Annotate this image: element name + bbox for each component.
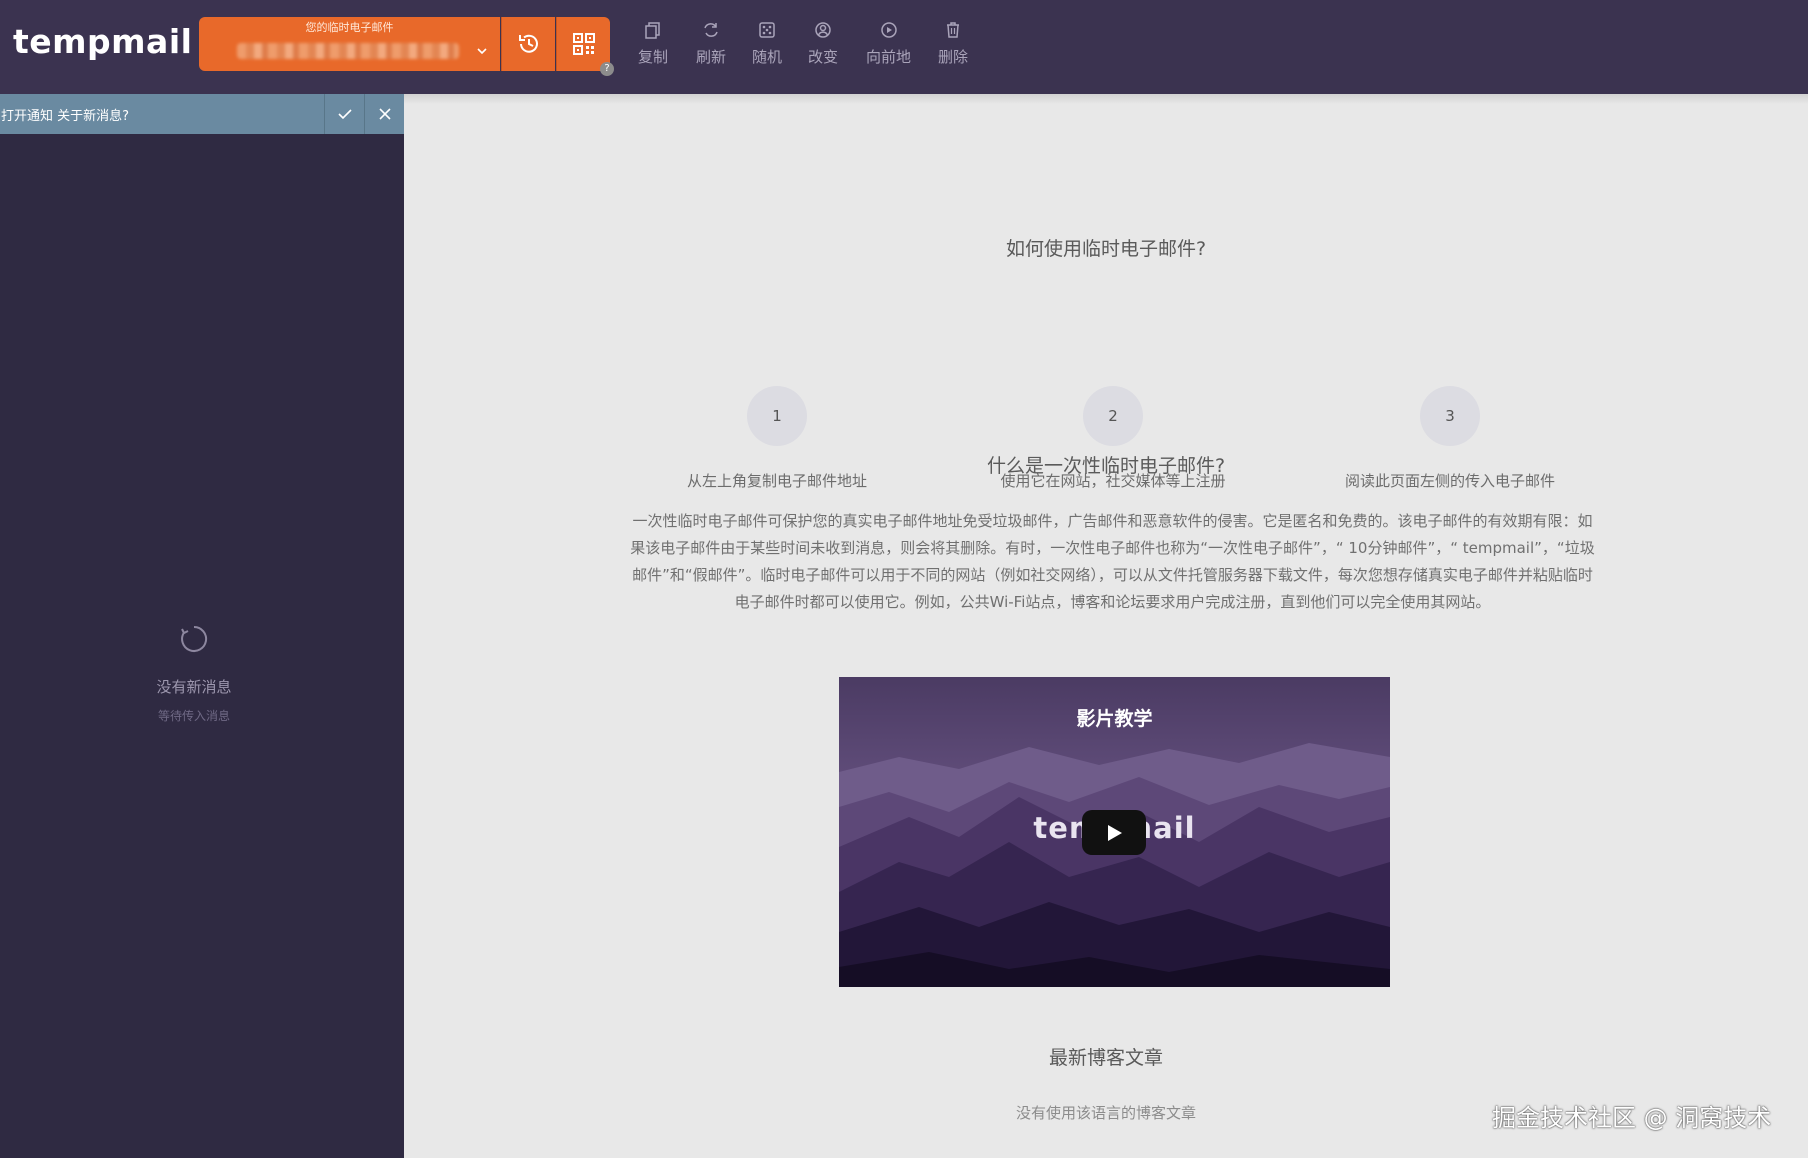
history-icon bbox=[518, 34, 538, 53]
refresh-button[interactable]: 刷新 bbox=[696, 20, 726, 70]
email-value-redacted[interactable] bbox=[237, 43, 459, 59]
change-icon bbox=[815, 22, 831, 38]
chevron-down-icon[interactable] bbox=[476, 45, 488, 57]
dice-icon bbox=[759, 22, 775, 38]
dismiss-notifications-button[interactable] bbox=[364, 94, 404, 134]
video-title: 影片教学 bbox=[1076, 708, 1153, 730]
blog-title: 最新博客文章 bbox=[1048, 1047, 1163, 1069]
forward-icon bbox=[880, 22, 897, 38]
delete-label: 删除 bbox=[938, 48, 969, 66]
header-shadow bbox=[404, 94, 1808, 104]
qr-code-icon bbox=[572, 33, 595, 55]
accept-notifications-button[interactable] bbox=[324, 94, 364, 134]
copy-label: 复制 bbox=[638, 48, 669, 66]
step-number: 2 bbox=[1083, 386, 1143, 446]
random-label: 随机 bbox=[752, 48, 783, 66]
top-header: tempmail 您的临时电子邮件 ? 复制 刷新 随机 改变 向前地 删除 bbox=[0, 0, 1808, 94]
close-icon bbox=[378, 108, 391, 120]
logo[interactable]: tempmail bbox=[13, 22, 192, 61]
inbox-sidebar: 打开通知 关于新消息? 没有新消息 等待传入消息 bbox=[0, 94, 404, 1158]
empty-inbox-subtitle: 等待传入消息 bbox=[157, 709, 230, 723]
help-badge[interactable]: ? bbox=[600, 62, 614, 76]
what-is-title: 什么是一次性临时电子邮件? bbox=[986, 455, 1226, 477]
step-number: 1 bbox=[747, 386, 807, 446]
trash-icon bbox=[947, 22, 959, 38]
empty-inbox: 没有新消息 等待传入消息 bbox=[0, 624, 388, 724]
play-icon bbox=[1108, 824, 1122, 841]
copy-button[interactable]: 复制 bbox=[638, 20, 668, 70]
watermark: 掘金技术社区 @ 洞窝技术 bbox=[1492, 1104, 1772, 1132]
history-button[interactable] bbox=[501, 17, 555, 71]
email-caption: 您的临时电子邮件 bbox=[305, 21, 394, 34]
loading-spinner-icon bbox=[181, 625, 208, 652]
empty-inbox-title: 没有新消息 bbox=[156, 678, 232, 696]
copy-icon bbox=[645, 22, 660, 39]
play-button[interactable] bbox=[1082, 810, 1146, 855]
what-is-paragraph: 一次性临时电子邮件可保护您的真实电子邮件地址免受垃圾邮件，广告邮件和恶意软件的侵… bbox=[630, 512, 1595, 611]
email-address-box[interactable]: 您的临时电子邮件 bbox=[199, 17, 500, 71]
step-number: 3 bbox=[1420, 386, 1480, 446]
delete-button[interactable]: 删除 bbox=[938, 20, 968, 70]
forward-button[interactable]: 向前地 bbox=[866, 20, 911, 70]
check-icon bbox=[337, 109, 352, 120]
random-button[interactable]: 随机 bbox=[752, 20, 782, 70]
change-button[interactable]: 改变 bbox=[808, 20, 838, 70]
main-content: 如何使用临时电子邮件? 1 从左上角复制电子邮件地址 2 使用它在网站，社交媒体… bbox=[404, 94, 1808, 1158]
tutorial-video[interactable]: 影片教学 tempmail bbox=[839, 677, 1390, 987]
forward-label: 向前地 bbox=[866, 48, 912, 66]
refresh-icon bbox=[704, 23, 718, 37]
how-to-title: 如何使用临时电子邮件? bbox=[1005, 238, 1207, 260]
notification-banner: 打开通知 关于新消息? bbox=[0, 94, 404, 134]
notification-text: 打开通知 关于新消息? bbox=[1, 108, 130, 124]
refresh-label: 刷新 bbox=[696, 48, 727, 66]
change-label: 改变 bbox=[808, 48, 839, 66]
